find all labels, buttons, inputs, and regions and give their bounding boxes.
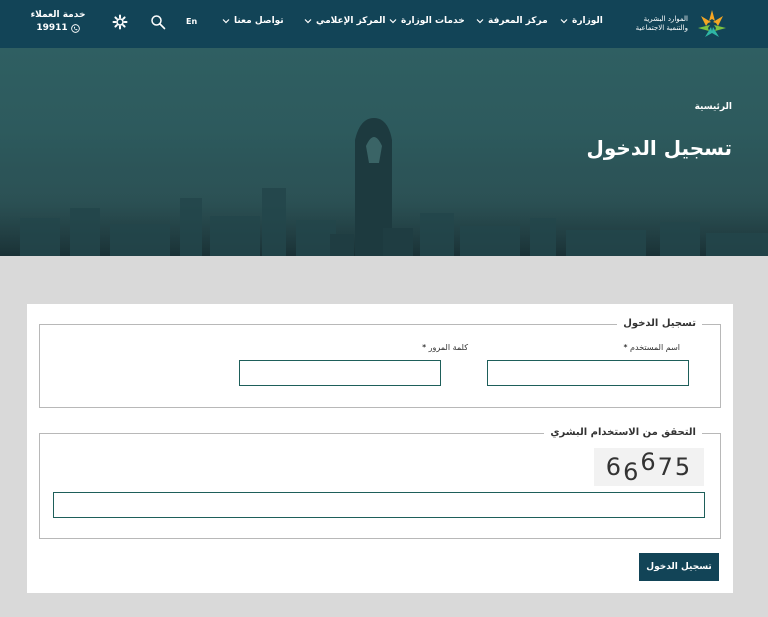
- customer-service[interactable]: خدمة العملاء 19911: [30, 9, 86, 35]
- captcha-image: 6 6 6 7 5: [594, 448, 704, 486]
- chevron-down-icon: [560, 19, 568, 24]
- login-card: تسجيل الدخول اسم المستخدم * كلمة المرور …: [27, 304, 733, 593]
- top-header: خدمة العملاء 19911 En تواصل معنا المركز …: [0, 0, 768, 48]
- chevron-down-icon: [476, 19, 484, 24]
- chevron-down-icon: [222, 19, 230, 24]
- search-icon[interactable]: [150, 14, 166, 30]
- password-input[interactable]: [239, 360, 441, 386]
- login-legend: تسجيل الدخول: [617, 316, 702, 332]
- captcha-digit: 6: [605, 453, 624, 481]
- breadcrumb-home[interactable]: الرئيسية: [695, 102, 732, 112]
- captcha-digit: 6: [640, 448, 658, 476]
- nav-contact[interactable]: تواصل معنا: [222, 16, 284, 26]
- language-switch[interactable]: En: [186, 17, 197, 26]
- hero-banner: الرئيسية تسجيل الدخول: [0, 48, 768, 256]
- customer-service-phone: 19911: [36, 23, 68, 33]
- login-button[interactable]: تسجيل الدخول: [639, 553, 719, 581]
- captcha-digit: 5: [674, 453, 693, 481]
- nav-ministry[interactable]: الوزارة: [560, 16, 603, 26]
- chevron-down-icon: [389, 19, 397, 24]
- phone-icon: [70, 24, 80, 33]
- accessibility-settings-icon[interactable]: [112, 14, 128, 30]
- password-label: كلمة المرور *: [422, 343, 468, 352]
- captcha-fieldset: التحقق من الاستخدام البشري 6 6 6 7 5: [39, 425, 721, 539]
- customer-service-label: خدمة العملاء: [30, 10, 86, 20]
- logo-line-1: الموارد البشرية: [643, 15, 688, 23]
- captcha-legend: التحقق من الاستخدام البشري: [544, 425, 702, 441]
- ministry-logo[interactable]: الموارد البشرية والتنمية الاجتماعية: [636, 6, 732, 42]
- required-mark: *: [422, 343, 427, 352]
- captcha-digit: 6: [623, 458, 641, 486]
- logo-icon: [698, 10, 726, 37]
- username-label: اسم المستخدم *: [623, 343, 681, 352]
- required-mark: *: [623, 343, 628, 352]
- logo-line-2: والتنمية الاجتماعية: [635, 24, 688, 32]
- page-title: تسجيل الدخول: [586, 136, 732, 160]
- login-fieldset: تسجيل الدخول اسم المستخدم * كلمة المرور …: [39, 316, 721, 408]
- nav-media-center[interactable]: المركز الإعلامي: [304, 16, 386, 26]
- captcha-digit: 7: [657, 453, 675, 481]
- nav-ministry-services[interactable]: خدمات الوزارة: [389, 16, 465, 26]
- chevron-down-icon: [304, 19, 312, 24]
- nav-knowledge-center[interactable]: مركز المعرفة: [476, 16, 548, 26]
- captcha-input[interactable]: [53, 492, 705, 518]
- username-input[interactable]: [487, 360, 689, 386]
